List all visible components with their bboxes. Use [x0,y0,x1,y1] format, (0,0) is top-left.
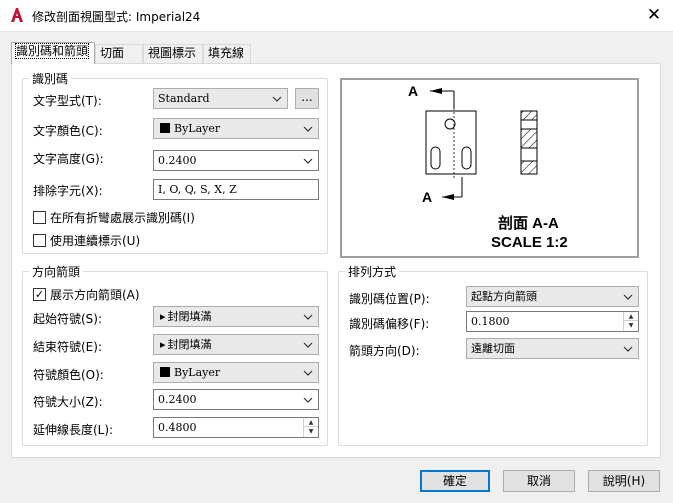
arrow-direction-label: 箭頭方向(D): [349,344,420,358]
section-letter-top: A [408,83,418,99]
text-color-label: 文字顏色(C): [33,124,103,138]
continuous-labeling-label[interactable]: 使用連續標示(U) [50,232,140,249]
section-hatch-region [520,128,538,149]
chevron-down-icon [303,342,313,348]
text-color-select[interactable]: ByLayer [153,118,319,139]
id-offset-spinner[interactable]: 0.1800 ▲ ▼ [466,311,639,332]
show-at-bends-checkbox[interactable] [33,211,46,224]
section-preview-drawing: A A 剖面 A-A SCALE 1:2 [408,83,568,251]
part-slot-right [461,146,472,170]
closed-filled-arrow-icon: ▸ [160,338,166,351]
help-button[interactable]: 說明(H) [588,470,660,492]
section-caption: 剖面 A-A [498,214,559,232]
close-icon[interactable]: ✕ [644,5,664,25]
chevron-down-icon [623,346,633,352]
extension-length-spinner[interactable]: 0.4800 ▲ ▼ [153,417,319,438]
id-position-select[interactable]: 起點方向箭頭 [466,286,639,307]
layout-group-title: 排列方式 [348,265,397,279]
exclude-chars-label: 排除字元(X): [33,184,103,198]
text-height-label: 文字高度(G): [33,152,104,166]
chevron-down-icon [303,126,313,132]
chevron-down-icon [623,294,633,300]
arrows-group-title: 方向箭頭 [32,265,81,279]
end-symbol-select[interactable]: ▸ 封閉填滿 [153,334,319,355]
chevron-down-icon [303,370,313,376]
section-preview: A A 剖面 A-A SCALE 1:2 [340,78,639,258]
symbol-color-label: 符號顏色(O): [33,368,104,382]
ok-button[interactable]: 確定 [420,470,490,492]
window-title: 修改剖面視圖型式: Imperial24 [32,10,201,24]
bottom-arrowhead [442,194,454,200]
end-symbol-label: 結束符號(E): [33,340,102,354]
spin-buttons: ▲ ▼ [303,418,318,437]
text-style-select[interactable]: Standard [153,88,288,109]
spin-up-icon[interactable]: ▲ [624,312,638,321]
symbol-size-label: 符號大小(Z): [33,395,103,409]
text-height-combo[interactable]: 0.2400 [153,150,319,171]
symbol-size-combo[interactable]: 0.2400 [153,389,319,410]
arrow-direction-select[interactable]: 遠離切面 [466,338,639,359]
id-offset-label: 識別碼偏移(F): [349,317,430,331]
show-arrows-checkbox[interactable]: ✓ [33,288,46,301]
section-letter-bottom: A [422,189,432,205]
part-hole [444,118,456,130]
spin-buttons: ▲ ▼ [623,312,638,331]
spin-down-icon[interactable]: ▼ [304,427,318,436]
extension-length-label: 延伸線長度(L): [33,423,114,437]
id-position-label: 識別碼位置(P): [349,292,430,306]
spin-down-icon[interactable]: ▼ [624,321,638,330]
color-swatch [160,123,170,133]
tab-hatch[interactable]: 填充線 [203,44,251,63]
chevron-down-icon [272,96,282,102]
section-hatch-region [520,110,538,121]
show-at-bends-label[interactable]: 在所有折彎處展示識別碼(I) [50,209,195,226]
tab-identifiers-arrows[interactable]: 識別碼和箭頭 [11,42,95,64]
color-swatch [160,367,170,377]
symbol-color-select[interactable]: ByLayer [153,362,319,383]
show-arrows-label[interactable]: 展示方向箭頭(A) [50,286,140,303]
start-symbol-label: 起始符號(S): [33,312,103,326]
tab-cutting-plane[interactable]: 切面 [95,44,143,63]
closed-filled-arrow-icon: ▸ [160,310,166,323]
chevron-down-icon [303,397,313,403]
start-symbol-select[interactable]: ▸ 封閉填滿 [153,306,319,327]
section-hatch-region [520,160,538,175]
scale-caption: SCALE 1:2 [491,234,568,251]
title-bar: 修改剖面視圖型式: Imperial24 ✕ [0,0,673,32]
autocad-icon [11,8,23,22]
spin-up-icon[interactable]: ▲ [304,418,318,427]
cancel-button[interactable]: 取消 [503,470,575,492]
continuous-labeling-checkbox[interactable] [33,234,46,247]
browse-text-style-button[interactable]: ... [295,88,319,109]
part-outline [425,110,477,175]
text-style-label: 文字型式(T): [33,94,102,108]
identifier-group-title: 識別碼 [32,72,69,86]
exclude-chars-input[interactable]: I, O, Q, S, X, Z [153,179,319,200]
chevron-down-icon [303,158,313,164]
tab-view-label[interactable]: 視圖標示 [143,44,203,63]
chevron-down-icon [303,314,313,320]
part-slot-left [430,146,441,170]
top-arrowhead [430,88,442,94]
